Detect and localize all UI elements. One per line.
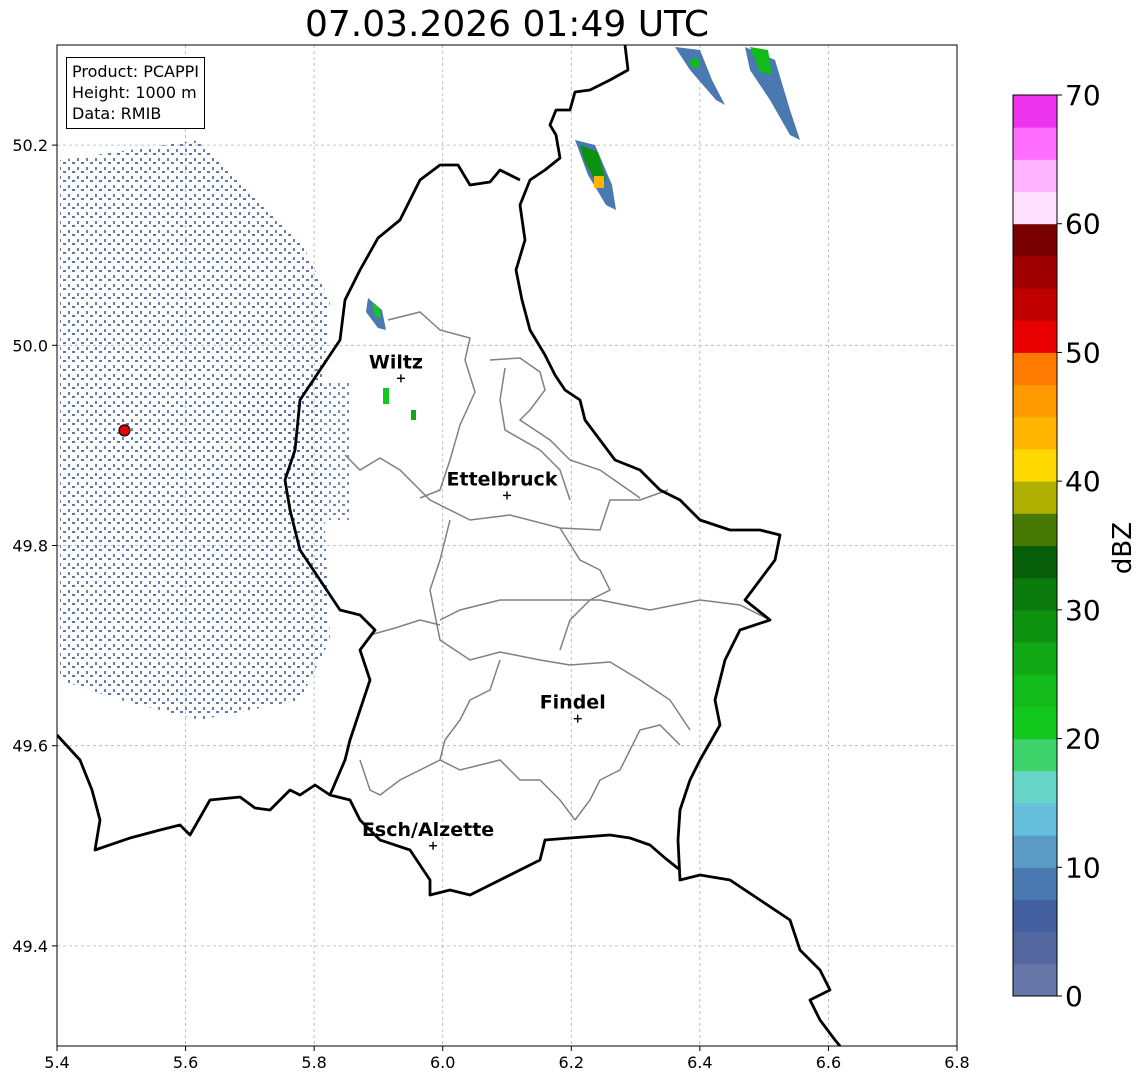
map-svg: 5.4 5.6 5.8 6.0 6.2 6.4 6.6 6.8 49.4 49.6 49.8 50.0… (12, 44, 1138, 1072)
colorbar-segment (1013, 127, 1057, 160)
colorbar-segment (1013, 899, 1057, 933)
y-tick-label: 50.2 (12, 136, 48, 155)
colorbar-segment (1013, 481, 1057, 514)
place-label: Ettelbruck (447, 468, 558, 490)
colorbar-tick-label: 40 (1065, 465, 1101, 498)
map-figure: 5.4 5.6 5.8 6.0 6.2 6.4 6.6 6.8 49.4 49.6 49.8 50.0… (0, 0, 1145, 1084)
colorbar-tick-label: 10 (1065, 851, 1101, 884)
y-tick-label: 49.4 (12, 937, 48, 956)
colorbar-tick-label: 60 (1065, 208, 1101, 241)
y-tick-label: 49.8 (12, 537, 48, 556)
place-label: Findel (540, 692, 606, 714)
colorbar-segment (1013, 288, 1057, 321)
info-product: Product: PCAPPI (72, 62, 200, 81)
x-tick-label: 5.4 (44, 1053, 69, 1072)
colorbar-segment (1013, 770, 1057, 804)
radar-site-marker (118, 424, 131, 437)
colorbar-segment (1013, 738, 1057, 772)
colorbar-segment (1013, 642, 1057, 675)
info-box: Product: PCAPPI Height: 1000 m Data: RMI… (66, 57, 206, 129)
colorbar-segment (1013, 320, 1057, 353)
x-tick-label: 6.6 (816, 1053, 841, 1072)
echo-small (383, 388, 389, 404)
colorbar-segment (1013, 867, 1057, 900)
echo-small-2 (411, 410, 416, 420)
radar-site-dot (118, 424, 131, 437)
colorbar-segment (1013, 513, 1057, 546)
echo-north-2-core (690, 58, 700, 68)
x-tick-label: 6.2 (559, 1053, 584, 1072)
colorbar-segment (1013, 255, 1057, 289)
colorbar-segment (1013, 963, 1057, 997)
colorbar-segment (1013, 609, 1057, 643)
place-label: Wiltz (369, 351, 423, 373)
colorbar-segment (1013, 931, 1057, 965)
place-label: Esch/Alzette (362, 819, 494, 841)
colorbar-tick-label: 50 (1065, 336, 1101, 369)
y-tick-label: 50.0 (12, 336, 48, 355)
map-title: 07.03.2026 01:49 UTC (304, 4, 710, 45)
info-data: Data: RMIB (72, 104, 162, 123)
colorbar-tick-label: 70 (1065, 79, 1101, 112)
y-tick-label: 49.6 (12, 737, 48, 756)
x-tick-label: 6.4 (687, 1053, 712, 1072)
colorbar-segment (1013, 416, 1057, 450)
x-tick-label: 5.8 (301, 1053, 326, 1072)
info-height: Height: 1000 m (72, 83, 197, 102)
colorbar-segment (1013, 674, 1057, 707)
x-tick-label: 6.0 (430, 1053, 455, 1072)
colorbar-segment (1013, 95, 1057, 128)
colorbar-segment (1013, 159, 1057, 193)
colorbar-segment (1013, 191, 1057, 225)
colorbar-segment (1013, 223, 1057, 257)
colorbar-segment (1013, 706, 1057, 740)
colorbar-segment (1013, 545, 1057, 579)
colorbar-segment (1013, 577, 1057, 611)
colorbar-segment (1013, 384, 1057, 418)
colorbar-segment (1013, 448, 1057, 482)
colorbar-segment (1013, 802, 1057, 836)
colorbar-tick-label: 0 (1065, 980, 1083, 1013)
x-tick-label: 6.8 (944, 1053, 969, 1072)
colorbar-tick-label: 30 (1065, 594, 1101, 627)
colorbar-segment (1013, 352, 1057, 386)
echo-east-peak (594, 176, 604, 188)
x-tick-label: 5.6 (173, 1053, 198, 1072)
colorbar-tick-label: 20 (1065, 723, 1101, 756)
colorbar-label: dBZ (1108, 522, 1138, 574)
colorbar-segment (1013, 835, 1057, 868)
colorbar: 0 10 20 30 40 50 60 70 (1012, 79, 1101, 1013)
